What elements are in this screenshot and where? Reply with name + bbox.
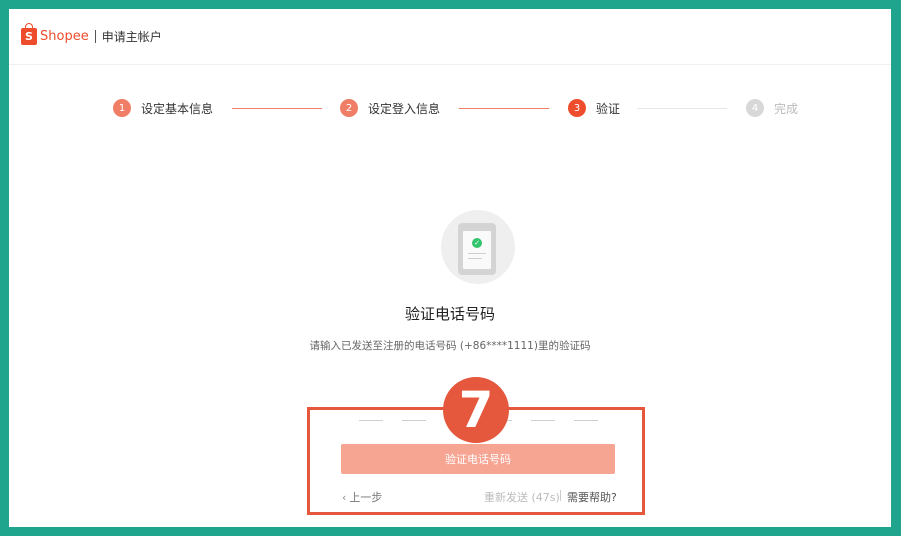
check-icon: ✓ — [472, 238, 482, 248]
step-number: 4 — [746, 99, 764, 117]
step-3: 3 验证 — [568, 99, 620, 117]
step-connector-1 — [232, 108, 322, 109]
page: S Shopee 申请主帐户 1 设定基本信息 2 设定登入信息 3 验证 4 … — [9, 9, 891, 527]
header-divider — [94, 30, 96, 43]
step-label: 设定登入信息 — [368, 101, 441, 116]
annotation-step-badge: 7 — [443, 377, 509, 443]
screen-line — [468, 258, 482, 259]
logo-letter: S — [25, 30, 33, 43]
step-number: 3 — [568, 99, 586, 117]
step-connector-2 — [459, 108, 549, 109]
step-2: 2 设定登入信息 — [340, 99, 440, 117]
header: S Shopee 申请主帐户 — [9, 9, 891, 65]
page-title: 申请主帐户 — [101, 30, 162, 44]
stepper: 1 设定基本信息 2 设定登入信息 3 验证 4 完成 — [9, 99, 891, 119]
screen-line — [468, 253, 486, 254]
step-connector-3 — [637, 108, 727, 109]
brand-name[interactable]: Shopee — [40, 29, 89, 44]
step-label: 验证 — [596, 101, 621, 116]
step-label: 完成 — [774, 101, 799, 116]
step-number: 1 — [113, 99, 131, 117]
step-label: 设定基本信息 — [141, 101, 214, 116]
step-number: 2 — [340, 99, 358, 117]
step-1: 1 设定基本信息 — [113, 99, 213, 117]
step-4: 4 完成 — [746, 99, 798, 117]
phone-verify-icon: ✓ — [441, 210, 515, 284]
shopee-logo-icon[interactable]: S — [21, 23, 37, 45]
phone-screen: ✓ — [463, 231, 491, 269]
verify-description: 请输入已发送至注册的电话号码 (+86****1111)里的验证码 — [309, 340, 591, 352]
phone-icon: ✓ — [458, 223, 496, 275]
verify-title: 验证电话号码 — [404, 305, 495, 323]
